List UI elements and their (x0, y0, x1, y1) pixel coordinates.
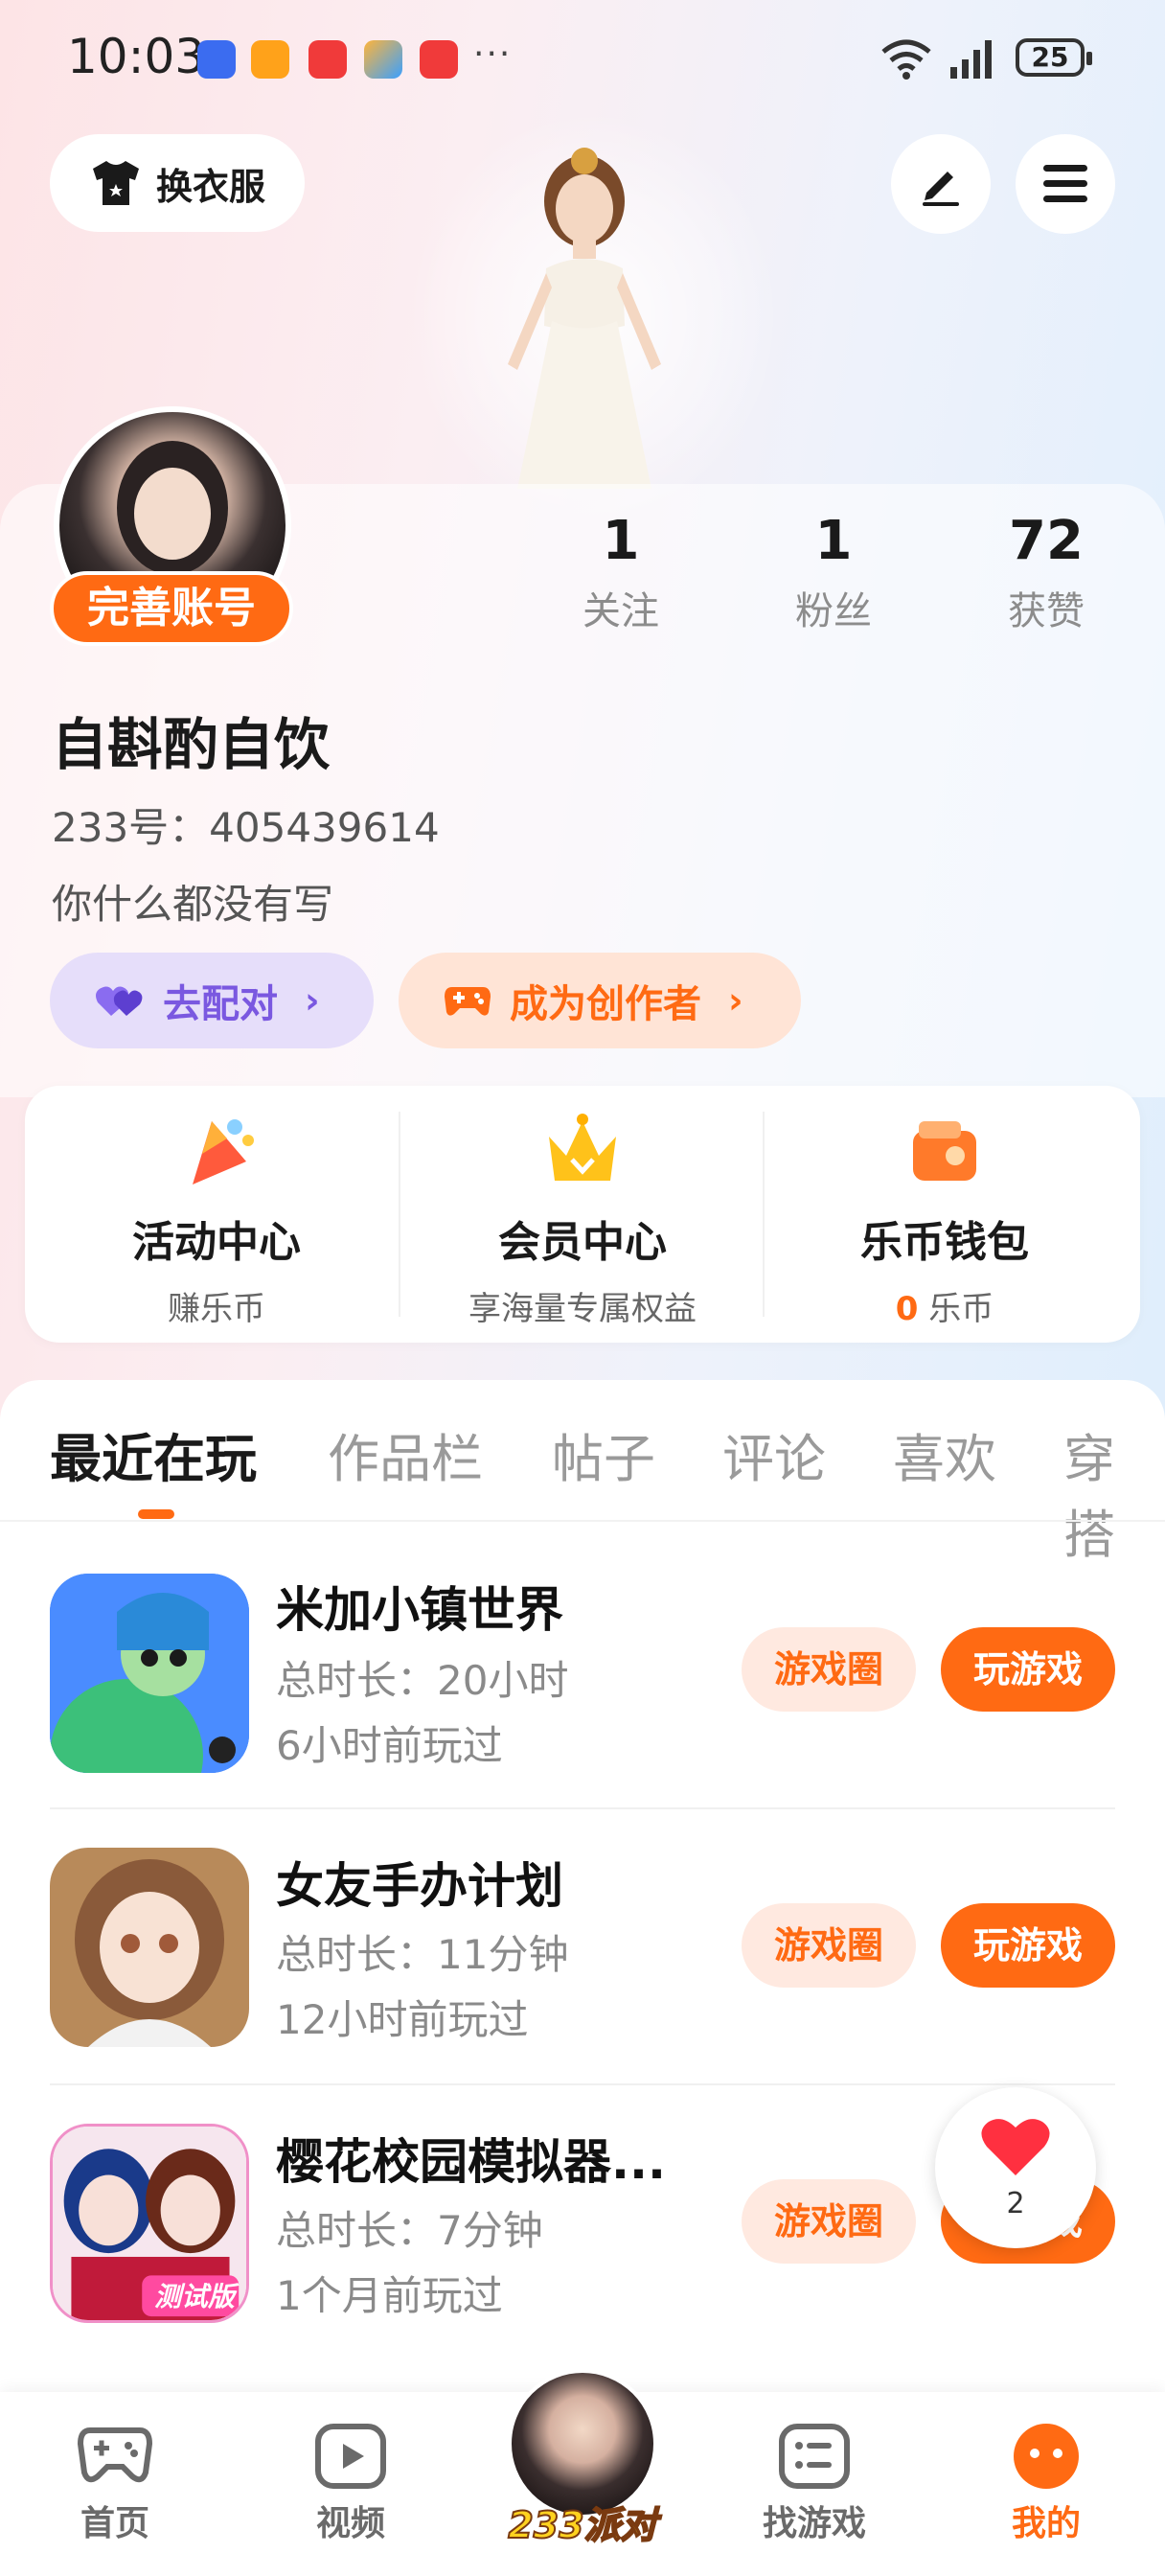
hamburger-menu-icon (1043, 165, 1087, 202)
notification-app-icon (364, 40, 402, 79)
gamepad-icon (445, 987, 491, 1016)
divider (50, 1807, 1115, 1809)
notification-app-icon (308, 40, 347, 79)
profile-face-icon (1014, 2424, 1079, 2489)
username: 自斟酌自饮 (52, 712, 331, 777)
stat-value: 72 (1009, 510, 1084, 572)
play-video-icon (315, 2424, 386, 2489)
stat-likes[interactable]: 72 获赞 (960, 510, 1132, 635)
become-creator-button[interactable]: 成为创作者 › (399, 953, 801, 1048)
match-button[interactable]: 去配对 › (50, 953, 374, 1048)
3d-avatar-figure[interactable] (460, 144, 709, 489)
nav-label: 视频 (315, 2504, 385, 2543)
wifi-icon (881, 39, 931, 80)
pencil-icon (923, 172, 959, 206)
game-circle-button[interactable]: 游戏圈 (742, 1627, 916, 1712)
game-icon[interactable] (50, 1574, 249, 1773)
user-bio: 你什么都没有写 (52, 881, 334, 928)
edit-profile-button[interactable] (891, 134, 991, 234)
wallet-icon (913, 1121, 976, 1181)
double-heart-icon (96, 986, 143, 1016)
game-title: 米加小镇世界 (276, 1582, 563, 1638)
service-subtitle: 0 乐币 (763, 1282, 1127, 1329)
test-version-badge: 测试版 (153, 2281, 235, 2312)
game-circle-button[interactable]: 游戏圈 (742, 2179, 916, 2264)
notification-app-icon (251, 40, 289, 79)
crown-icon (549, 1114, 616, 1181)
status-time: 10:03 (67, 29, 206, 84)
nav-mine[interactable]: 我的 (970, 2423, 1123, 2545)
stat-value: 1 (602, 510, 640, 572)
activity-center-entry[interactable]: 活动中心 赚乐币 (34, 1108, 399, 1329)
match-label: 去配对 (163, 982, 278, 1026)
tab-likes[interactable]: 喜欢 (893, 1416, 996, 1492)
game-last-played: 6小时前玩过 (276, 1722, 503, 1769)
more-notifications-icon: ··· (473, 34, 513, 74)
tab-works[interactable]: 作品栏 (328, 1416, 483, 1492)
notification-app-icon (420, 40, 458, 79)
battery-indicator: 25 (1016, 38, 1092, 77)
game-icon[interactable]: 测试版 (50, 2124, 249, 2323)
tab-comments[interactable]: 评论 (722, 1416, 826, 1492)
game-duration: 总时长：20小时 (276, 1657, 569, 1704)
stat-label: 粉丝 (795, 589, 872, 633)
divider (50, 2083, 1115, 2085)
become-creator-label: 成为创作者 (510, 982, 701, 1026)
notification-app-icon (197, 40, 236, 79)
game-artwork (50, 1574, 249, 1773)
coin-balance: 0 (895, 1290, 919, 1328)
change-outfit-label: 换衣服 (155, 165, 265, 208)
floating-heart-button[interactable]: 2 (935, 2087, 1096, 2248)
service-subtitle: 赚乐币 (168, 1290, 265, 1328)
heart-icon (981, 2119, 1050, 2175)
game-last-played: 1个月前玩过 (276, 2272, 503, 2319)
game-artwork (50, 1848, 249, 2047)
nav-label: 首页 (80, 2504, 149, 2543)
list-icon (779, 2424, 850, 2489)
gamepad-icon (77, 2427, 153, 2483)
play-game-button[interactable]: 玩游戏 (941, 1627, 1115, 1712)
active-tab-indicator (138, 1509, 174, 1519)
user-id: 233号：405439614 (52, 804, 440, 851)
service-title: 乐币钱包 (860, 1218, 1029, 1267)
nav-home[interactable]: 首页 (38, 2423, 192, 2545)
stat-label: 关注 (582, 589, 659, 633)
game-duration: 总时长：11分钟 (276, 1931, 569, 1978)
complete-account-tag[interactable]: 完善账号 (50, 571, 293, 646)
game-circle-button[interactable]: 游戏圈 (742, 1903, 916, 1988)
chevron-right-icon: › (728, 979, 743, 1022)
signal-icon (950, 40, 992, 79)
nav-label: 我的 (1011, 2504, 1081, 2543)
service-subtitle: 享海量专属权益 (468, 1290, 697, 1328)
menu-button[interactable] (1016, 134, 1115, 234)
tab-posts[interactable]: 帖子 (552, 1416, 655, 1492)
tab-recently-played[interactable]: 最近在玩 (50, 1416, 257, 1492)
stat-followers[interactable]: 1 粉丝 (747, 510, 920, 635)
heart-count: 2 (1006, 2187, 1025, 2220)
play-game-button[interactable]: 玩游戏 (941, 1903, 1115, 1988)
game-duration: 总时长：7分钟 (276, 2207, 543, 2254)
nav-find-games[interactable]: 找游戏 (738, 2423, 891, 2545)
game-icon[interactable] (50, 1848, 249, 2047)
change-outfit-button[interactable]: 换衣服 (50, 134, 305, 232)
service-title: 活动中心 (132, 1218, 301, 1267)
game-title: 女友手办计划 (276, 1858, 563, 1914)
stat-value: 1 (814, 510, 853, 572)
coin-unit: 乐币 (918, 1290, 994, 1328)
divider (0, 1520, 1165, 1522)
service-title: 会员中心 (498, 1218, 667, 1267)
coin-wallet-entry[interactable]: 乐币钱包 0 乐币 (763, 1108, 1127, 1329)
member-center-entry[interactable]: 会员中心 享海量专属权益 (400, 1108, 765, 1329)
stat-label: 获赞 (1008, 589, 1085, 633)
chevron-right-icon: › (305, 979, 320, 1022)
game-title: 樱花校园模拟器... (276, 2134, 666, 2190)
game-last-played: 12小时前玩过 (276, 1996, 529, 2043)
stat-following[interactable]: 1 关注 (535, 510, 707, 635)
nav-video[interactable]: 视频 (274, 2423, 427, 2545)
nav-party-label[interactable]: 233派对 (498, 2496, 667, 2548)
shirt-icon (92, 161, 139, 205)
nav-label: 找游戏 (762, 2504, 866, 2543)
tab-outfits[interactable]: 穿搭 (1063, 1416, 1165, 1568)
party-popper-icon (193, 1119, 254, 1184)
